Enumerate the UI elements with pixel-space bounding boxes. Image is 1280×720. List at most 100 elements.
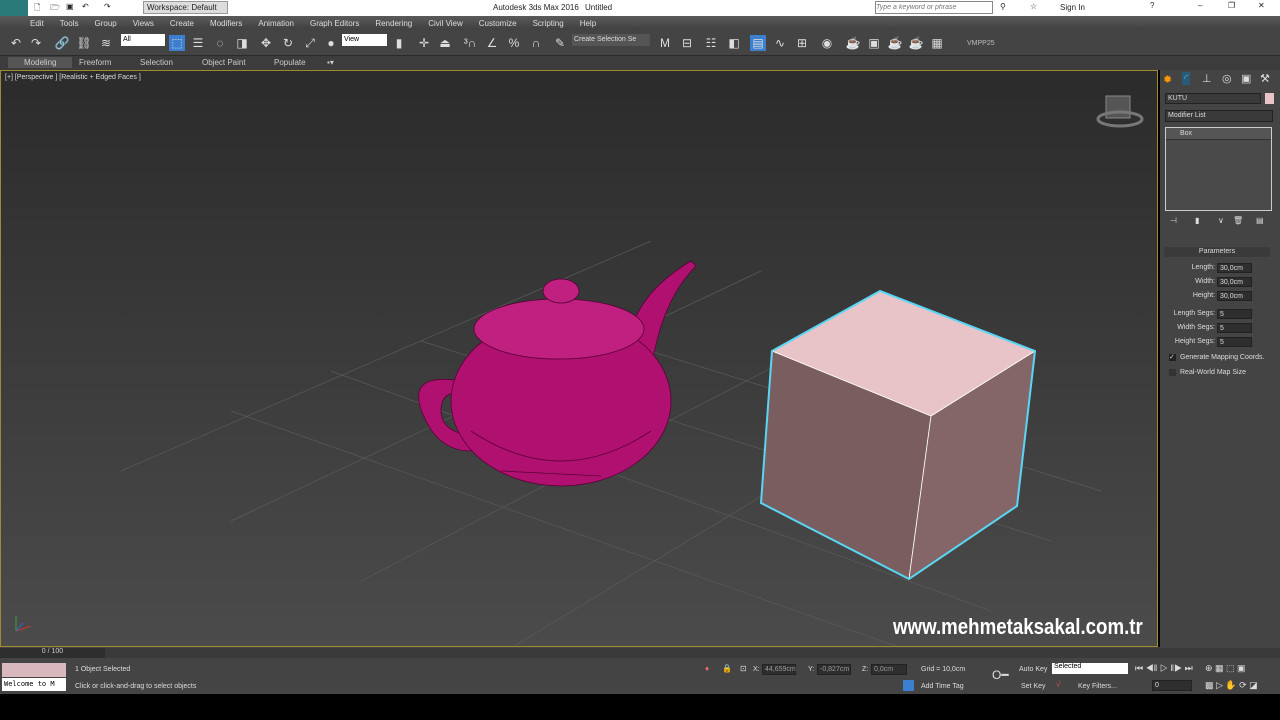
length-spinner[interactable]: 30,0cm: [1217, 263, 1252, 273]
perspective-viewport[interactable]: [+] [Perspective ] [Realistic + Edged Fa…: [0, 70, 1158, 647]
undo-icon[interactable]: ↶: [82, 2, 89, 11]
remove-modifier-icon[interactable]: 🗑: [1233, 216, 1243, 225]
utilities-tab-icon[interactable]: ⚒: [1260, 72, 1270, 85]
modify-tab-icon[interactable]: ◜: [1182, 72, 1191, 85]
redo-icon[interactable]: ↷: [104, 2, 111, 11]
scale-icon[interactable]: ⤢: [302, 35, 318, 51]
width-spinner[interactable]: 30,0cm: [1217, 277, 1252, 287]
workspace-dropdown[interactable]: Workspace: Default: [143, 1, 228, 14]
layer-explorer-icon[interactable]: ☷: [703, 35, 719, 51]
render-production-icon[interactable]: ☕: [887, 35, 903, 51]
tab-selection[interactable]: Selection: [140, 58, 173, 67]
modifier-list-dropdown[interactable]: Modifier List: [1165, 110, 1273, 122]
render-frame-window-icon[interactable]: ▦: [929, 35, 945, 51]
menu-civil-view[interactable]: Civil View: [428, 19, 463, 28]
display-tab-icon[interactable]: ▣: [1241, 72, 1251, 85]
help-icon[interactable]: ?: [1150, 1, 1154, 10]
track-bar[interactable]: [105, 648, 1280, 658]
unlink-icon[interactable]: ⛓: [76, 35, 92, 51]
tab-freeform[interactable]: Freeform: [79, 58, 111, 67]
menu-scripting[interactable]: Scripting: [533, 19, 564, 28]
tab-modeling[interactable]: Modeling: [8, 57, 73, 68]
width-segs-spinner[interactable]: 5: [1217, 323, 1252, 333]
tab-populate[interactable]: Populate: [274, 58, 306, 67]
z-coordinate-field[interactable]: 0,0cm: [871, 664, 907, 675]
pin-stack-icon[interactable]: ⊣: [1170, 216, 1177, 225]
height-spinner[interactable]: 30,0cm: [1217, 291, 1252, 301]
save-icon[interactable]: ▣: [66, 2, 74, 11]
object-name-field[interactable]: KUTU: [1165, 93, 1261, 104]
sign-in-link[interactable]: Sign In: [1060, 3, 1085, 12]
rotate-icon[interactable]: ↻: [280, 35, 296, 51]
keyboard-shortcut-icon[interactable]: ⏏: [437, 35, 453, 51]
absolute-mode-icon[interactable]: ⊡: [740, 664, 747, 673]
pivot-center-icon[interactable]: ▮: [391, 35, 407, 51]
real-world-map-checkbox[interactable]: [1169, 369, 1176, 376]
menu-rendering[interactable]: Rendering: [375, 19, 412, 28]
menu-animation[interactable]: Animation: [258, 19, 294, 28]
isolate-icon[interactable]: ♦: [705, 664, 709, 673]
menu-create[interactable]: Create: [170, 19, 194, 28]
viewport-nav-controls[interactable]: ⊕ ▦ ⬚ ▣: [1205, 663, 1246, 674]
schematic-view-icon[interactable]: ⊞: [794, 35, 810, 51]
motion-tab-icon[interactable]: ◎: [1222, 72, 1232, 85]
add-time-tag-button[interactable]: Add Time Tag: [921, 683, 964, 690]
snaps-toggle-icon[interactable]: ³∩: [462, 35, 478, 51]
parameters-rollout-header[interactable]: Parameters: [1164, 247, 1270, 257]
vmpp-button[interactable]: VMPP25: [967, 40, 995, 47]
y-coordinate-field[interactable]: -0,827cm: [817, 664, 851, 675]
create-tab-icon[interactable]: ✹: [1163, 73, 1172, 86]
set-key-icon[interactable]: O━: [992, 668, 1009, 682]
lock-selection-icon[interactable]: 🔒: [722, 664, 732, 673]
menu-views[interactable]: Views: [133, 19, 154, 28]
move-icon[interactable]: ✥: [258, 35, 274, 51]
make-unique-icon[interactable]: ∨: [1218, 216, 1224, 225]
close-button[interactable]: ✕: [1258, 1, 1265, 10]
configure-sets-icon[interactable]: ▤: [1256, 216, 1264, 225]
new-icon[interactable]: 🗋: [34, 2, 40, 16]
minimize-button[interactable]: –: [1198, 1, 1202, 10]
percent-snap-icon[interactable]: %: [506, 35, 522, 51]
menu-graph-editors[interactable]: Graph Editors: [310, 19, 359, 28]
viewport-nav-controls-2[interactable]: ▩ ▷ ✋ ⟳ ◪: [1205, 680, 1258, 691]
ribbon-options-icon[interactable]: ▪▾: [327, 58, 334, 67]
time-tag-icon[interactable]: [903, 680, 914, 691]
hierarchy-tab-icon[interactable]: ⊥: [1202, 72, 1212, 85]
stack-item-box[interactable]: Box: [1166, 128, 1271, 140]
modifier-stack[interactable]: Box: [1165, 127, 1272, 211]
menu-tools[interactable]: Tools: [60, 19, 79, 28]
mirror-icon[interactable]: M: [657, 35, 673, 51]
spinner-snap-icon[interactable]: ∩: [528, 35, 544, 51]
search-input[interactable]: [875, 1, 993, 14]
playback-controls[interactable]: ⏮ ◀‖ ▷ ‖▶ ⏭: [1135, 663, 1193, 674]
open-icon[interactable]: 🗁: [50, 2, 60, 16]
manipulate-icon[interactable]: ✛: [416, 35, 432, 51]
layers-icon[interactable]: ◧: [726, 35, 742, 51]
named-selection-dropdown[interactable]: Create Selection Se: [572, 34, 650, 46]
key-mode-dropdown[interactable]: Selected: [1052, 663, 1128, 674]
menu-help[interactable]: Help: [580, 19, 596, 28]
key-filters-button[interactable]: Key Filters...: [1078, 683, 1117, 690]
material-editor-icon[interactable]: ◉: [819, 35, 835, 51]
link-icon[interactable]: 🔗: [54, 35, 70, 51]
object-color-swatch[interactable]: [1265, 93, 1274, 104]
render-iterative-icon[interactable]: ☕: [908, 35, 924, 51]
binoculars-icon[interactable]: ⚲: [1000, 2, 1006, 11]
edit-named-selection-icon[interactable]: ✎: [552, 35, 568, 51]
window-crossing-icon[interactable]: ◨: [234, 35, 250, 51]
selection-region-icon[interactable]: ◌: [212, 35, 228, 51]
curve-editor-icon[interactable]: ∿: [772, 35, 788, 51]
render-setup-icon[interactable]: ☕: [845, 35, 861, 51]
set-key-button[interactable]: Set Key: [1021, 683, 1046, 690]
show-end-result-icon[interactable]: ▮: [1195, 216, 1199, 225]
menu-group[interactable]: Group: [94, 19, 116, 28]
auto-key-button[interactable]: Auto Key: [1019, 666, 1047, 673]
star-icon[interactable]: ☆: [1030, 2, 1037, 11]
tab-object-paint[interactable]: Object Paint: [202, 58, 246, 67]
x-coordinate-field[interactable]: 44,659cm: [762, 664, 796, 675]
generate-mapping-checkbox[interactable]: ✓: [1169, 354, 1176, 361]
time-slider[interactable]: 0 / 100: [0, 648, 105, 658]
placement-icon[interactable]: ●: [323, 35, 339, 51]
default-tangent-icon[interactable]: √: [1056, 680, 1060, 689]
selection-filter-dropdown[interactable]: All: [121, 34, 165, 46]
